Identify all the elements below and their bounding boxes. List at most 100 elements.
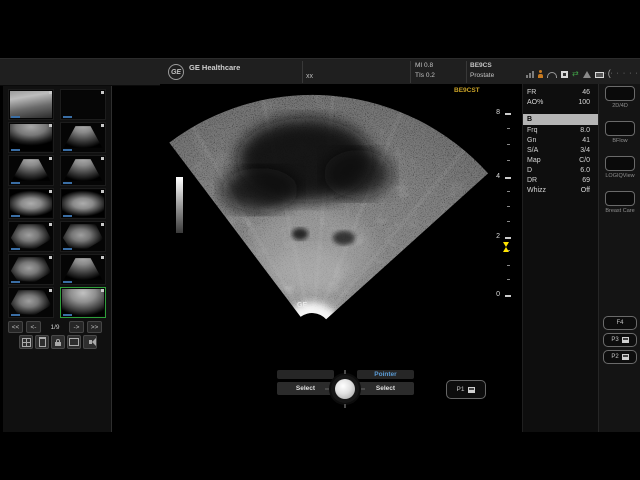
probe-name[interactable]: BE9CS [470, 62, 492, 69]
thumbnail-image[interactable] [8, 155, 54, 186]
depth-ruler: 8 4 2 0 [486, 84, 514, 324]
thumbnail-tag [11, 314, 20, 316]
minor-tick [507, 279, 510, 280]
thumbnail-ultrasound-preview [62, 289, 104, 316]
thumbnail-marker-icon [49, 124, 52, 127]
fullscreen-button[interactable] [67, 335, 81, 349]
parameter-value: C/0 [579, 156, 590, 166]
major-tick [505, 237, 511, 239]
parameter-value: 41 [582, 136, 590, 146]
thumbnail-ultrasound-preview [10, 157, 52, 184]
thumbnail-marker-icon [101, 289, 104, 292]
parameter-row: Frq 8.0 [523, 126, 599, 136]
trackball-indicator[interactable] [331, 375, 359, 403]
protect-button[interactable] [51, 335, 65, 349]
pointer-hint[interactable]: Pointer [357, 370, 414, 379]
thumbnail-ultrasound-preview [10, 124, 52, 151]
parameter-row: S/A 3/4 [523, 146, 599, 156]
thumbnail-image[interactable] [60, 287, 106, 318]
parameter-value: Off [581, 186, 590, 196]
minor-tick [507, 144, 510, 145]
trackball-top-left-hint[interactable] [277, 370, 334, 379]
ultrasound-fan-image: GE [160, 82, 516, 362]
thumbnail-image[interactable] [8, 122, 54, 153]
send-button[interactable] [83, 335, 97, 349]
thumbnail-ultrasound-preview [62, 91, 104, 118]
patient-id[interactable]: xx [306, 73, 313, 80]
thumbnail-marker-icon [101, 91, 104, 94]
next-page-button[interactable]: -> [69, 321, 84, 333]
soft-key-label: 2D/4D [612, 103, 628, 109]
thumbnail-tag [63, 314, 72, 316]
overflow-menu[interactable]: · · · · · · [604, 70, 639, 77]
delete-button[interactable] [35, 335, 49, 349]
thumbnail-image[interactable] [60, 122, 106, 153]
minor-tick [507, 128, 510, 129]
thumbnail-marker-icon [49, 256, 52, 259]
grid-view-button[interactable] [19, 335, 33, 349]
ge-logo-icon: GE [168, 64, 184, 80]
trackball-ball [335, 379, 355, 399]
depth-label: 4 [486, 173, 500, 180]
thumbnail-image[interactable] [60, 89, 106, 120]
thumbnail-image[interactable] [60, 221, 106, 252]
thumbnail-image[interactable] [60, 155, 106, 186]
thumbnail-image[interactable] [8, 89, 54, 120]
imaging-parameters-panel: FR 46 AO% 100 B Frq 8.0 Gn 41 S/A 3/4 [522, 84, 599, 432]
thumbnail-image[interactable] [8, 254, 54, 285]
active-probe-label: BE9CST [454, 87, 480, 94]
parameter-label: Frq [527, 126, 538, 136]
thumbnail-marker-icon [101, 256, 104, 259]
parameter-row: Gn 41 [523, 136, 599, 146]
prev-page-button[interactable]: <- [26, 321, 41, 333]
soft-key-button[interactable] [605, 156, 635, 171]
thumbnail-image[interactable] [8, 221, 54, 252]
soft-key-list: 2D/4D BFlow LOGIQView Breast Care [599, 84, 640, 224]
thumbnail-ultrasound-preview [10, 223, 52, 250]
clipboard-toolbar [19, 335, 97, 349]
printer-icon [468, 387, 475, 393]
p3-button[interactable]: P3 [603, 333, 637, 347]
clipboard-pager: << <- 1/9 -> >> [8, 321, 102, 333]
trackball-tick [361, 388, 365, 390]
f4-button[interactable]: F4 [603, 316, 637, 330]
trackball-tick [344, 404, 346, 408]
p2-button[interactable]: P2 [603, 350, 637, 364]
depth-label: 8 [486, 109, 500, 116]
parameter-value: 3/4 [580, 146, 590, 156]
thumbnail-image[interactable] [60, 188, 106, 219]
p2-label: P2 [611, 354, 618, 360]
select-right-button[interactable]: Select [357, 382, 414, 395]
soft-key-group: Breast Care [599, 189, 640, 224]
thumbnail-ultrasound-preview [10, 190, 52, 217]
soft-key-label: LOGIQView [605, 173, 634, 179]
b-mode-parameter-rows: Frq 8.0 Gn 41 S/A 3/4 Map C/0 D 6.0 DR 6… [523, 126, 599, 196]
thumbnail-tag [11, 149, 20, 151]
last-page-button[interactable]: >> [87, 321, 102, 333]
soft-key-button[interactable] [605, 86, 635, 101]
acoustic-output-rows: FR 46 AO% 100 [523, 88, 599, 108]
thumbnail-image[interactable] [8, 188, 54, 219]
first-page-button[interactable]: << [8, 321, 23, 333]
parameter-row: Map C/0 [523, 156, 599, 166]
minor-tick [507, 265, 510, 266]
thumbnail-image[interactable] [8, 287, 54, 318]
parameter-value: 8.0 [580, 126, 590, 136]
thumbnail-image[interactable] [60, 254, 106, 285]
p1-label: P1 [457, 386, 465, 393]
thumbnail-ultrasound-preview [10, 91, 52, 118]
soft-key-button[interactable] [605, 121, 635, 136]
thumbnail-ultrasound-preview [62, 256, 104, 283]
thumbnail-ultrasound-preview [10, 289, 52, 316]
focus-marker-icon[interactable] [503, 242, 510, 252]
soft-key-button[interactable] [605, 191, 635, 206]
p1-button[interactable]: P1 [446, 380, 486, 399]
thumbnail-tag [63, 215, 72, 217]
alert-icon [583, 71, 591, 78]
major-tick [505, 295, 511, 297]
exam-preset[interactable]: Prostate [470, 72, 494, 79]
parameter-label: FR [527, 88, 536, 98]
soft-key-label: BFlow [612, 138, 627, 144]
trash-icon [39, 337, 46, 347]
thumbnail-marker-icon [101, 190, 104, 193]
